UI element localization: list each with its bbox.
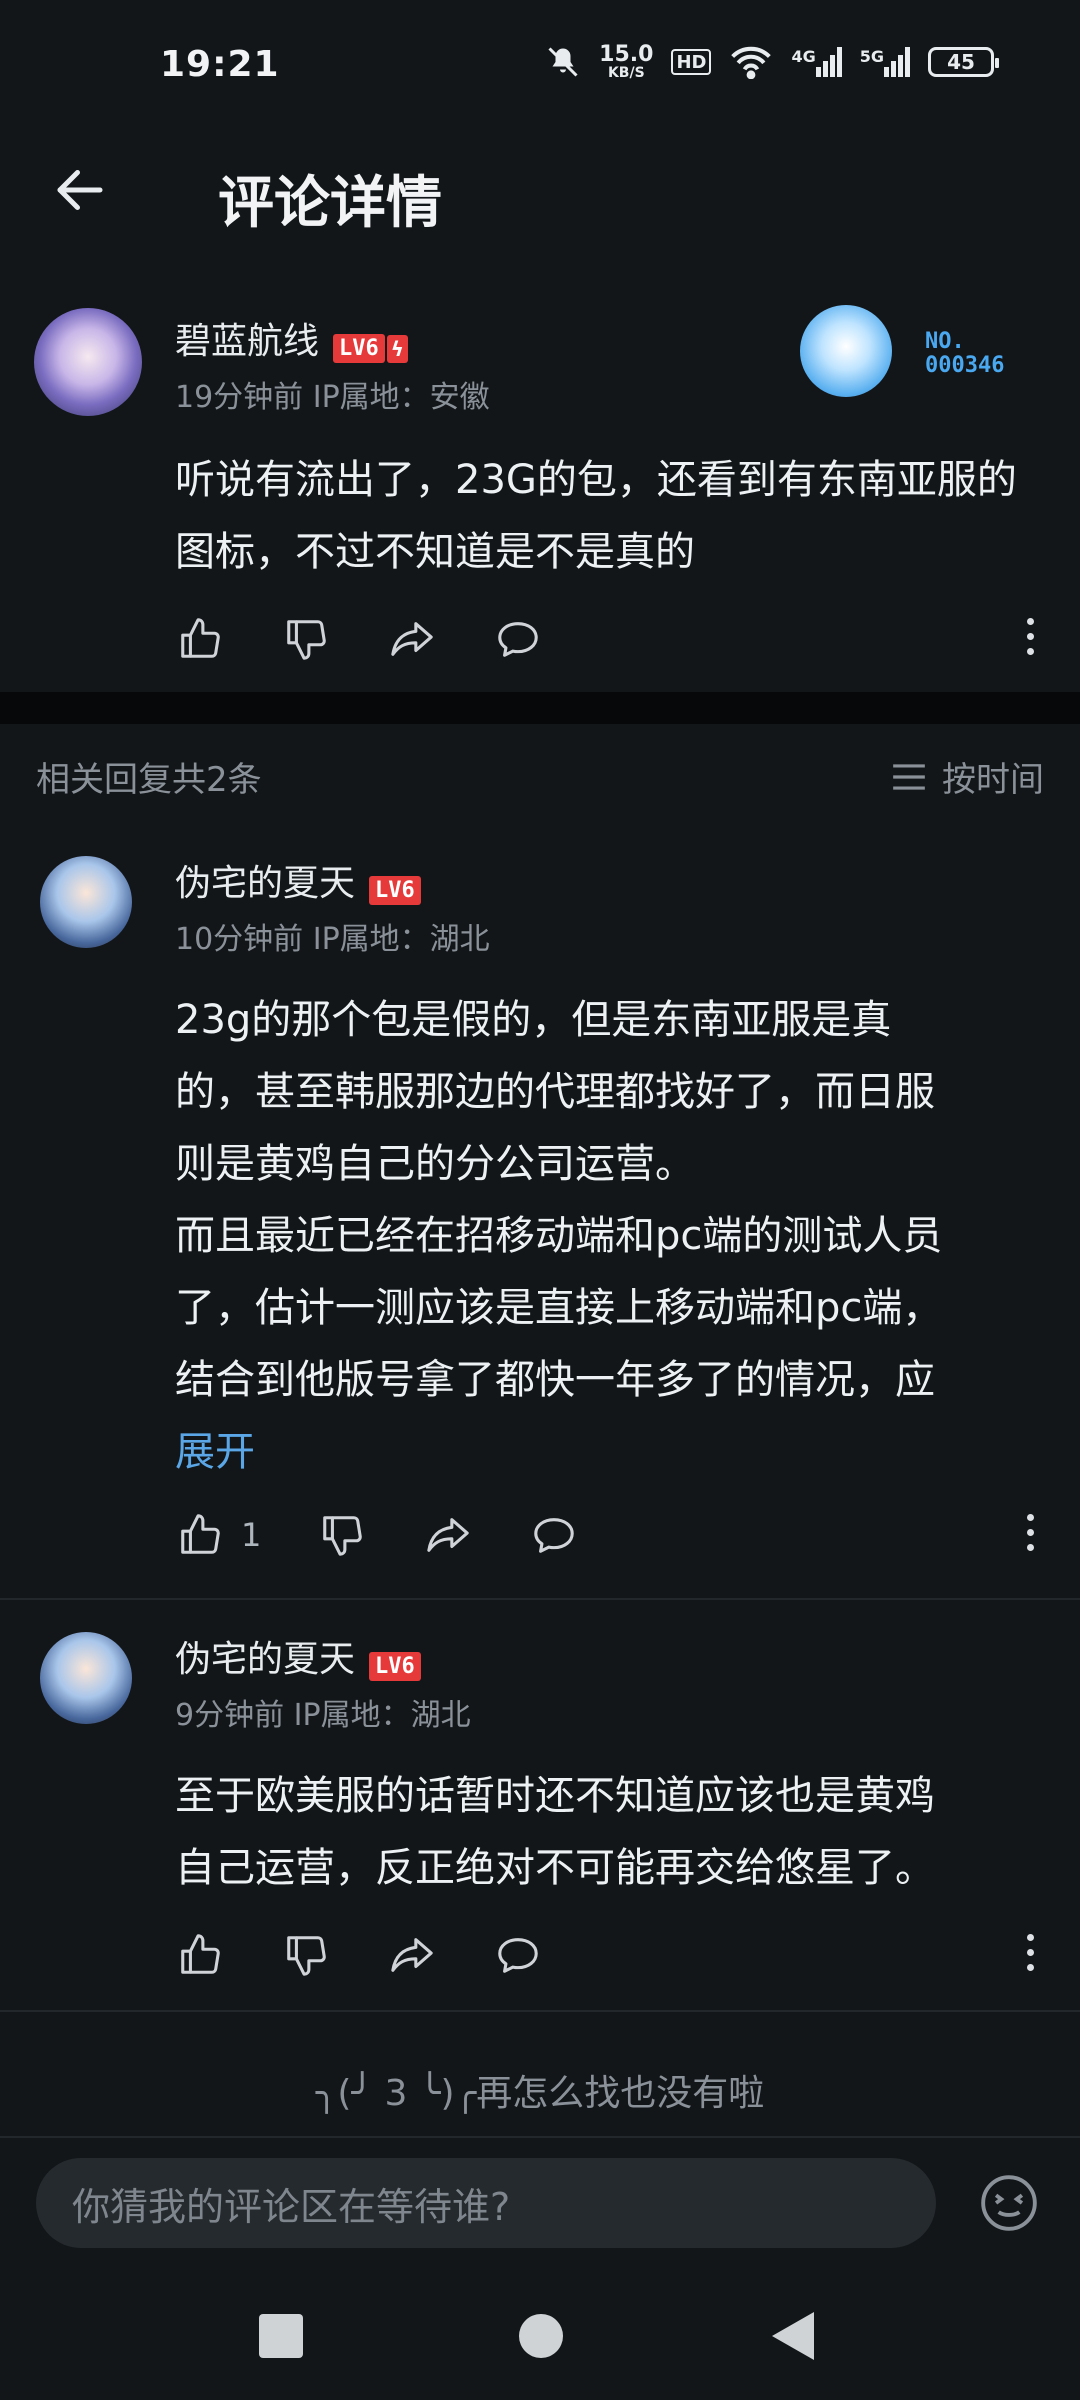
input-placeholder: 你猜我的评论区在等待谁?: [72, 2184, 511, 2229]
comment-actions: [175, 614, 599, 664]
ip-location: IP属地：湖北: [312, 922, 490, 957]
thumbs-up-icon: [181, 1514, 220, 1554]
thumbs-up-icon: [181, 618, 220, 658]
dislike-button[interactable]: [281, 1930, 331, 1980]
comment-button[interactable]: [493, 1930, 543, 1980]
signal-4g-icon: 4G: [791, 47, 842, 77]
more-vertical-icon[interactable]: [1020, 618, 1040, 655]
thumbs-down-icon: [287, 1936, 326, 1976]
arrow-left-icon: [57, 170, 103, 210]
dislike-button[interactable]: [317, 1510, 367, 1560]
avatar[interactable]: [40, 1632, 132, 1724]
decoration-avatar-icon: [800, 305, 892, 397]
reply-author: 伪宅的夏天 LV6: [175, 854, 421, 906]
thumbs-up-icon: [181, 1934, 220, 1974]
level-badge: LV6: [369, 876, 421, 905]
ip-location: IP属地：湖北: [293, 1698, 471, 1733]
comment-icon: [498, 1938, 538, 1973]
reply-author: 伪宅的夏天 LV6: [175, 1630, 421, 1682]
status-icons: 15.0 KB/S HD 4G 5G 45: [545, 42, 999, 81]
share-icon: [427, 1518, 470, 1552]
system-back-button[interactable]: [772, 2312, 814, 2360]
share-button[interactable]: [387, 614, 437, 664]
signal-5g-icon: 5G: [860, 47, 910, 77]
comment-icon: [498, 622, 538, 657]
battery-icon: 45: [928, 47, 999, 77]
back-button[interactable]: [50, 160, 120, 220]
avatar[interactable]: [34, 308, 142, 416]
net-speed: 15.0 KB/S: [599, 42, 654, 81]
replies-count: 相关回复共2条: [36, 760, 262, 800]
comment-icon: [534, 1518, 575, 1553]
reply-actions: 1: [175, 1510, 635, 1560]
comment-input[interactable]: 你猜我的评论区在等待谁?: [36, 2158, 936, 2248]
mute-icon: [545, 44, 581, 80]
reply-time: 10分钟前: [175, 922, 304, 957]
reply-time: 9分钟前: [175, 1698, 285, 1733]
reply-text: 至于欧美服的话暂时还不知道应该也是黄鸡 自己运营，反正绝对不可能再交给悠星了。: [175, 1773, 935, 1891]
dislike-button[interactable]: [281, 614, 331, 664]
divider: [0, 1598, 1080, 1600]
more-vertical-icon[interactable]: [1020, 1514, 1040, 1551]
level-badge: LV6: [369, 1652, 421, 1681]
share-button[interactable]: [423, 1510, 473, 1560]
level-badge: LV6: [333, 334, 385, 363]
wifi-icon: [729, 45, 773, 79]
like-button[interactable]: [175, 1510, 225, 1560]
comment-author: 碧蓝航线 LV6 ϟ: [175, 312, 408, 364]
thumbs-down-icon: [287, 620, 326, 660]
reply-meta: 10分钟前 IP属地：湖北: [175, 914, 490, 958]
sort-label: 按时间: [942, 760, 1044, 800]
sort-button[interactable]: 按时间: [890, 752, 1044, 801]
username[interactable]: 伪宅的夏天: [175, 1639, 355, 1680]
like-button[interactable]: [175, 614, 225, 664]
emoji-button[interactable]: [978, 2172, 1040, 2234]
expand-link[interactable]: 展开: [175, 1416, 1055, 1488]
share-icon: [391, 622, 433, 656]
like-button[interactable]: [175, 1930, 225, 1980]
comment-button[interactable]: [493, 614, 543, 664]
comment-text: 听说有流出了，23G的包，还看到有东南亚服的图标，不过不知道是不是真的: [175, 457, 1017, 575]
comment-button[interactable]: [529, 1510, 579, 1560]
username[interactable]: 碧蓝航线: [175, 321, 319, 362]
share-icon: [391, 1938, 433, 1972]
end-of-list-text: ╮(╯ 3 ╰)╭再怎么找也没有啦: [315, 2073, 765, 2114]
comment-time: 19分钟前: [175, 380, 304, 415]
section-separator: [0, 692, 1080, 724]
avatar[interactable]: [40, 856, 132, 948]
home-button[interactable]: [519, 2314, 563, 2358]
more-vertical-icon[interactable]: [1020, 1934, 1040, 1971]
reply-text: 23g的那个包是假的，但是东南亚服是真 的，甚至韩服那边的代理都找好了，而日服 …: [175, 984, 1055, 1488]
page-title: 评论详情: [218, 171, 442, 236]
username[interactable]: 伪宅的夏天: [175, 863, 355, 904]
divider: [0, 2136, 1080, 2138]
recents-button[interactable]: [259, 2314, 303, 2358]
status-time: 19:21: [160, 44, 280, 85]
emoji-icon: [981, 2175, 1037, 2231]
hd-icon: HD: [671, 49, 712, 75]
sort-lines-icon: [893, 763, 925, 790]
like-count: 1: [241, 1516, 262, 1554]
thumbs-down-icon: [323, 1516, 363, 1556]
ip-location: IP属地：安徽: [312, 380, 490, 415]
divider: [0, 2010, 1080, 2012]
lightning-icon: ϟ: [386, 334, 408, 363]
reply-meta: 9分钟前 IP属地：湖北: [175, 1690, 471, 1734]
share-button[interactable]: [387, 1930, 437, 1980]
status-bar: 19:21 15.0 KB/S HD 4G 5G 45: [0, 0, 1080, 130]
comment-meta: 19分钟前 IP属地：安徽: [175, 372, 490, 416]
decoration-number: NO. 000346: [925, 329, 1005, 378]
reply-actions: [175, 1930, 599, 1980]
